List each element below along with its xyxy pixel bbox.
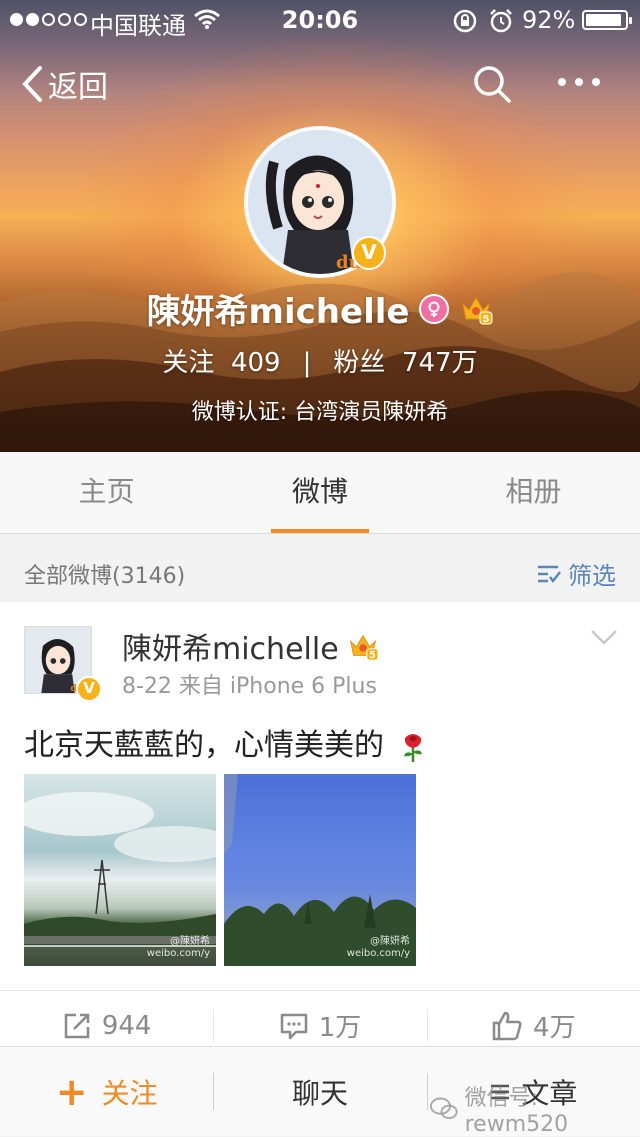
profile-name-row: 陳妍希michelle 5 xyxy=(0,284,640,333)
post-count: 全部微博(3146) xyxy=(24,564,186,589)
repost-icon xyxy=(64,1013,90,1038)
filter-bar: 全部微博(3146) 筛选 xyxy=(0,540,640,602)
chevron-down-icon[interactable] xyxy=(590,628,618,646)
tab-weibo[interactable]: 微博 xyxy=(213,452,426,533)
alarm-icon xyxy=(490,9,512,33)
member-crown-icon[interactable]: 5 xyxy=(347,630,379,662)
more-options-icon[interactable] xyxy=(558,78,600,86)
thumbs-up-icon xyxy=(492,1011,522,1040)
battery-percent: 92% xyxy=(522,6,576,34)
image-watermark-handle: @陳妍希 xyxy=(170,936,210,947)
filter-button[interactable]: 筛选 xyxy=(536,556,616,591)
post-image-2[interactable]: @陳妍希 weibo.com/y xyxy=(224,774,416,966)
comment-count: 1万 xyxy=(318,1013,362,1043)
following-link[interactable]: 关注 409 xyxy=(162,348,280,378)
wechat-watermark-text: 微信号: rewm520 xyxy=(464,1086,569,1137)
female-gender-icon xyxy=(419,293,450,324)
member-level: 5 xyxy=(483,314,490,325)
back-label: 返回 xyxy=(48,70,108,105)
verification-text: 微博认证: 台湾演员陳妍希 xyxy=(191,400,449,425)
image-watermark: @陳妍希 weibo.com/y xyxy=(147,936,210,960)
following-label: 关注 xyxy=(162,348,215,378)
chat-label: 聊天 xyxy=(291,1076,348,1110)
fans-link[interactable]: 粉丝 747万 xyxy=(333,348,477,378)
filter-icon xyxy=(538,565,561,583)
rose-emoji-icon xyxy=(403,733,422,762)
post-meta: 8-22 来自 iPhone 6 Plus xyxy=(122,674,377,699)
like-count: 4万 xyxy=(533,1013,576,1043)
tab-album[interactable]: 相册 xyxy=(427,452,640,533)
following-count: 409 xyxy=(230,348,281,378)
repost-count: 944 xyxy=(101,1010,152,1041)
post-image-1[interactable]: @陳妍希 weibo.com/y xyxy=(24,774,216,966)
follow-label: 关注 xyxy=(101,1076,158,1110)
battery-fill xyxy=(586,14,621,26)
image-watermark: @陳妍希 weibo.com/y xyxy=(347,936,410,960)
post-author-name[interactable]: 陳妍希michelle xyxy=(122,624,339,668)
post-text-row: 北京天藍藍的，心情美美的 xyxy=(24,720,428,764)
plus-icon: + xyxy=(55,1069,88,1114)
profile-stats: 关注 409 | 粉丝 747万 xyxy=(0,342,640,379)
comment-icon xyxy=(280,1013,307,1039)
tab-home[interactable]: 主页 xyxy=(0,452,213,533)
stats-separator: | xyxy=(302,348,312,378)
image-watermark-handle: @陳妍希 xyxy=(370,936,410,947)
wechat-watermark: 微信号: rewm520 xyxy=(430,1080,640,1137)
fans-label: 粉丝 xyxy=(333,348,386,378)
image-watermark-url: weibo.com/y xyxy=(346,948,410,959)
fans-count: 747万 xyxy=(401,348,478,378)
post-card[interactable]: du 陳妍希michelle 5 8-22 来自 iPhone 6 Plus 北… xyxy=(0,602,640,1050)
chevron-left-icon xyxy=(22,66,42,102)
filter-label: 筛选 xyxy=(568,562,616,590)
profile-name: 陳妍希michelle xyxy=(146,292,410,332)
rotation-lock-icon xyxy=(453,9,477,33)
search-icon[interactable] xyxy=(472,64,512,104)
battery-icon xyxy=(582,10,632,30)
verified-badge-icon: V xyxy=(352,236,386,270)
wechat-logo-icon xyxy=(430,1097,458,1119)
post-text: 北京天藍藍的，心情美美的 xyxy=(24,728,384,763)
post-author-row: 陳妍希michelle 5 xyxy=(122,624,379,668)
back-button[interactable]: 返回 xyxy=(20,62,108,106)
chat-button[interactable]: 聊天 xyxy=(213,1047,426,1136)
verified-badge-icon: V xyxy=(76,676,102,702)
member-level: 5 xyxy=(369,650,376,661)
member-crown-icon[interactable]: 5 xyxy=(459,292,493,326)
profile-tabs: 主页 微博 相册 xyxy=(0,452,640,534)
status-bar: 中国联通 20:06 92% xyxy=(0,0,640,40)
image-watermark-url: weibo.com/y xyxy=(146,948,210,959)
follow-button[interactable]: + 关注 xyxy=(0,1047,213,1136)
